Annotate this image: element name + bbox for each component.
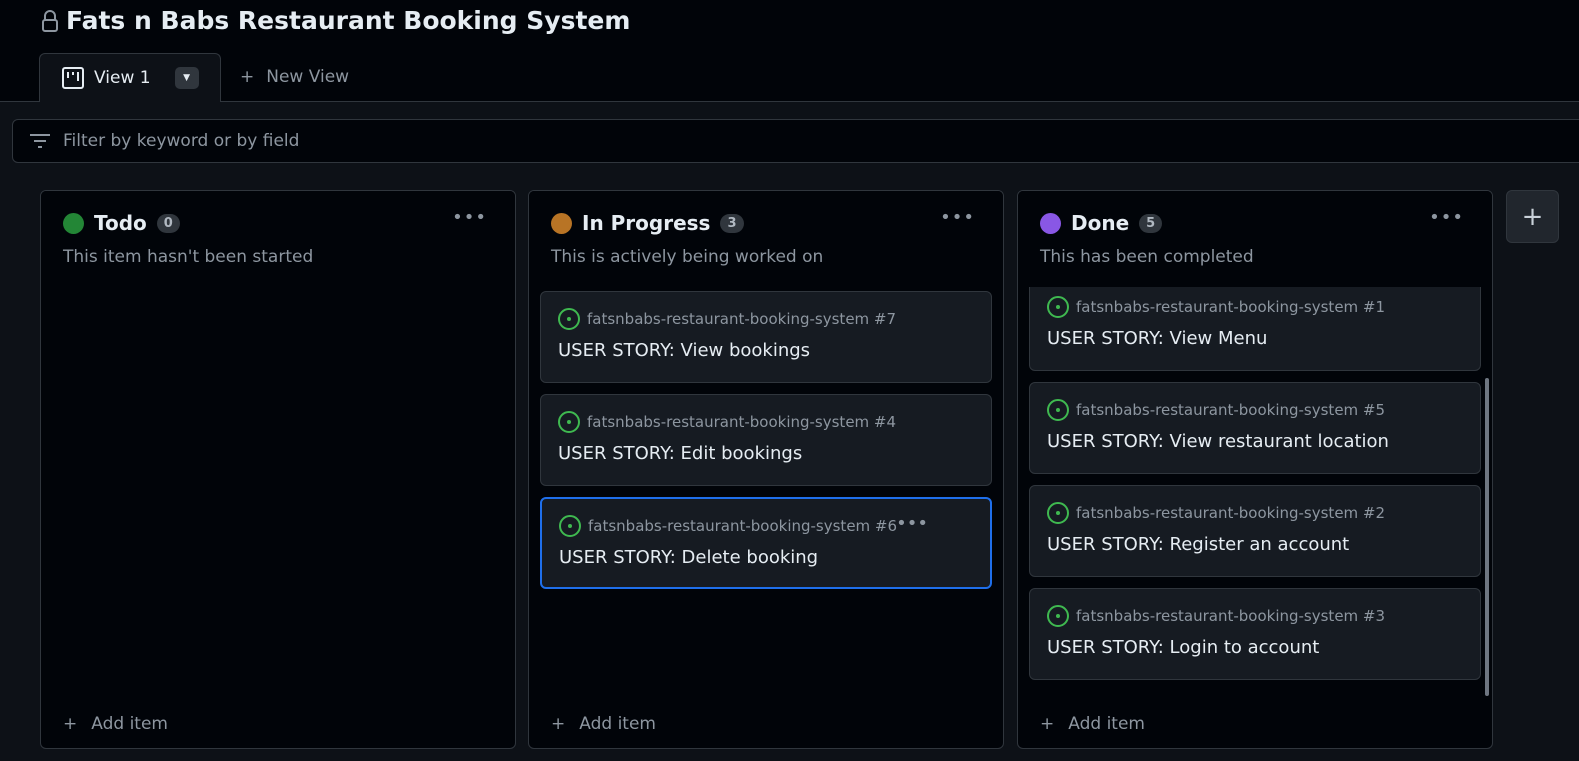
- column-header: Todo 0 This item hasn't been started •••: [41, 191, 515, 287]
- issue-card[interactable]: fatsnbabs-restaurant-booking-system #2 U…: [1029, 485, 1481, 577]
- issue-card[interactable]: fatsnbabs-restaurant-booking-system #7 U…: [540, 291, 992, 383]
- issue-repo-number: fatsnbabs-restaurant-booking-system #3: [1076, 607, 1386, 625]
- card-list: fatsnbabs-restaurant-booking-system #1 U…: [1029, 279, 1481, 691]
- issue-title[interactable]: USER STORY: View restaurant location: [1047, 431, 1480, 452]
- column-menu-button[interactable]: •••: [1429, 207, 1464, 228]
- status-color-dot: [551, 212, 572, 234]
- add-item-button[interactable]: + Add item: [63, 714, 168, 734]
- open-issue-icon: [1047, 502, 1069, 524]
- status-color-dot: [1040, 212, 1061, 234]
- column-header: In Progress 3 This is actively being wor…: [529, 191, 1003, 287]
- issue-repo-number: fatsnbabs-restaurant-booking-system #5: [1076, 401, 1386, 419]
- view-tabs: View 1 ▼ + New View: [0, 53, 1579, 102]
- add-item-label: Add item: [1068, 714, 1145, 734]
- open-issue-icon: [559, 515, 581, 537]
- new-view-button[interactable]: + New View: [240, 67, 349, 87]
- open-issue-icon: [1047, 605, 1069, 627]
- project-title: Fats n Babs Restaurant Booking System: [66, 6, 631, 35]
- issue-repo-number: fatsnbabs-restaurant-booking-system #2: [1076, 504, 1386, 522]
- column-description: This is actively being worked on: [551, 247, 824, 267]
- project-header: Fats n Babs Restaurant Booking System: [40, 6, 630, 35]
- column-menu-button[interactable]: •••: [452, 207, 487, 228]
- column-menu-button[interactable]: •••: [940, 207, 975, 228]
- status-color-dot: [63, 212, 84, 234]
- issue-title[interactable]: USER STORY: Register an account: [1047, 534, 1480, 555]
- plus-icon: +: [1040, 714, 1055, 734]
- column-done: Done 5 This has been completed ••• fatsn…: [1017, 190, 1493, 749]
- open-issue-icon: [558, 308, 580, 330]
- item-count-badge: 3: [720, 213, 744, 233]
- tab-label: View 1: [94, 68, 151, 88]
- column-header: Done 5 This has been completed •••: [1018, 191, 1492, 287]
- issue-title[interactable]: USER STORY: View Menu: [1047, 328, 1480, 349]
- issue-card[interactable]: fatsnbabs-restaurant-booking-system #5 U…: [1029, 382, 1481, 474]
- issue-title[interactable]: USER STORY: Edit bookings: [558, 443, 991, 464]
- open-issue-icon: [1047, 296, 1069, 318]
- open-issue-icon: [558, 411, 580, 433]
- plus-icon: +: [551, 714, 566, 734]
- issue-repo-number: fatsnbabs-restaurant-booking-system #7: [587, 310, 897, 328]
- issue-card[interactable]: fatsnbabs-restaurant-booking-system #3 U…: [1029, 588, 1481, 680]
- column-name: In Progress: [582, 211, 711, 235]
- lock-icon: [42, 9, 58, 32]
- item-count-badge: 5: [1139, 213, 1163, 233]
- issue-card[interactable]: fatsnbabs-restaurant-booking-system #6 U…: [540, 497, 992, 589]
- issue-title[interactable]: USER STORY: Login to account: [1047, 637, 1480, 658]
- new-view-label: New View: [266, 67, 350, 87]
- issue-title[interactable]: USER STORY: View bookings: [558, 340, 991, 361]
- open-issue-icon: [1047, 399, 1069, 421]
- plus-icon: +: [1521, 201, 1544, 232]
- column-in-progress: In Progress 3 This is actively being wor…: [528, 190, 1004, 749]
- column-todo: Todo 0 This item hasn't been started •••…: [40, 190, 516, 749]
- card-list: fatsnbabs-restaurant-booking-system #7 U…: [540, 291, 992, 600]
- filter-input[interactable]: Filter by keyword or by field: [12, 119, 1579, 163]
- add-item-button[interactable]: + Add item: [551, 714, 656, 734]
- issue-title[interactable]: USER STORY: Delete booking: [559, 547, 990, 568]
- issue-repo-number: fatsnbabs-restaurant-booking-system #6: [588, 517, 898, 535]
- column-name: Done: [1071, 211, 1130, 235]
- board-area: Filter by keyword or by field Todo 0 Thi…: [0, 102, 1579, 761]
- filter-icon: [30, 134, 50, 148]
- triangle-down-icon: ▼: [183, 73, 191, 83]
- plus-icon: +: [63, 714, 78, 734]
- board-icon: [62, 67, 84, 89]
- item-count-badge: 0: [156, 213, 180, 233]
- view-options-button[interactable]: ▼: [174, 67, 199, 89]
- issue-repo-number: fatsnbabs-restaurant-booking-system #1: [1076, 298, 1386, 316]
- column-name: Todo: [94, 211, 147, 235]
- column-description: This item hasn't been started: [63, 247, 314, 267]
- issue-card[interactable]: fatsnbabs-restaurant-booking-system #4 U…: [540, 394, 992, 486]
- card-menu-button[interactable]: •••: [896, 513, 928, 534]
- add-item-label: Add item: [91, 714, 168, 734]
- scrollbar[interactable]: [1485, 378, 1489, 696]
- issue-card[interactable]: fatsnbabs-restaurant-booking-system #1 U…: [1029, 279, 1481, 371]
- add-item-label: Add item: [579, 714, 656, 734]
- add-item-button[interactable]: + Add item: [1040, 714, 1145, 734]
- column-description: This has been completed: [1040, 247, 1254, 267]
- add-column-button[interactable]: +: [1506, 190, 1559, 243]
- issue-repo-number: fatsnbabs-restaurant-booking-system #4: [587, 413, 897, 431]
- filter-placeholder: Filter by keyword or by field: [63, 131, 300, 151]
- plus-icon: +: [240, 67, 255, 87]
- tab-view-1[interactable]: View 1 ▼: [39, 53, 221, 102]
